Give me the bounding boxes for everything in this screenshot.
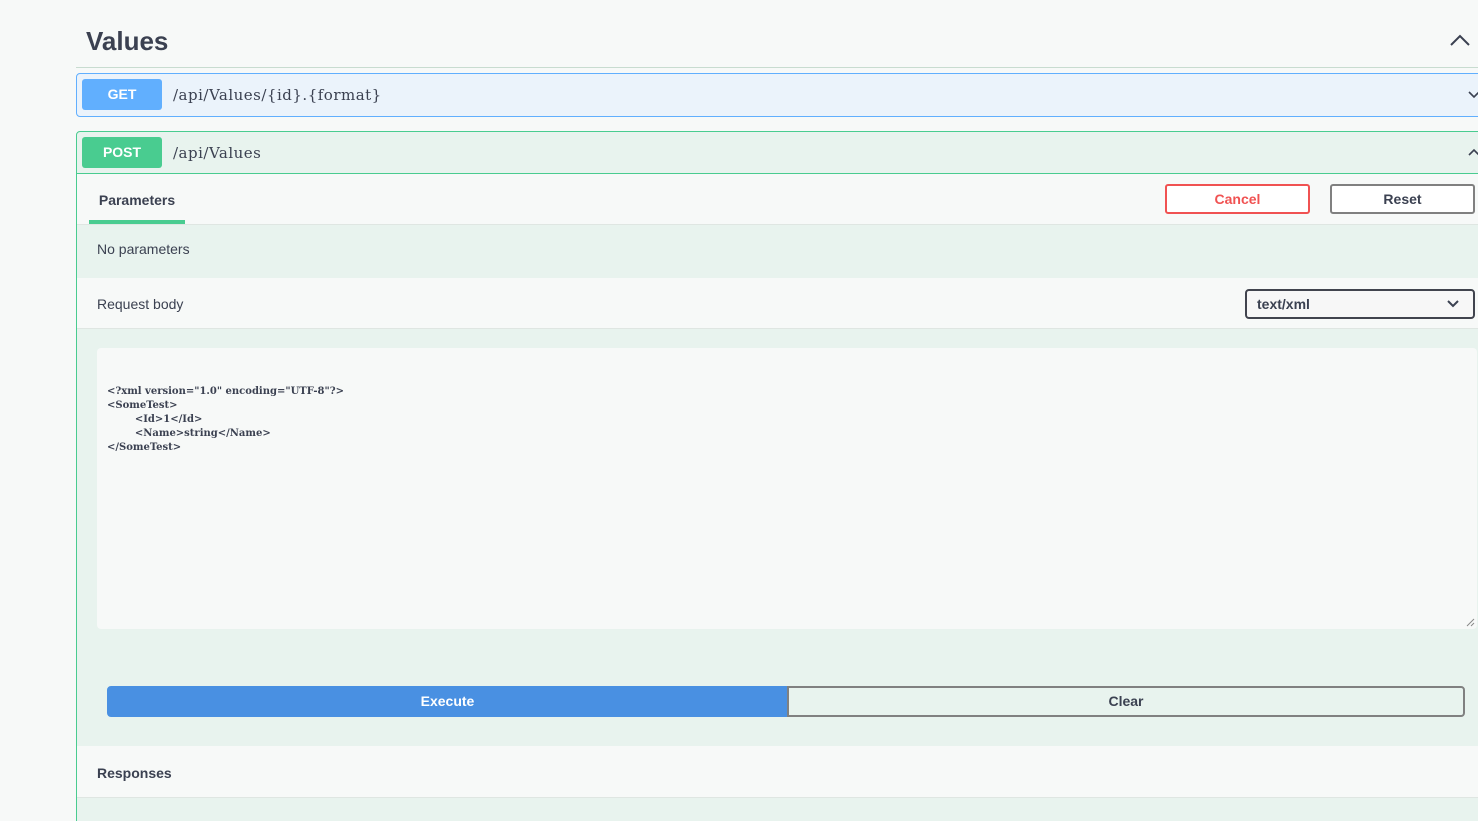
no-parameters-text: No parameters [97, 241, 190, 257]
method-badge-get: GET [82, 79, 162, 110]
reset-button[interactable]: Reset [1330, 184, 1475, 214]
section-header[interactable]: Values [76, 0, 1478, 68]
chevron-up-icon[interactable] [1467, 145, 1478, 159]
request-body-label: Request body [97, 296, 184, 312]
tab-parameters[interactable]: Parameters [89, 174, 185, 224]
resize-handle-icon[interactable] [1466, 618, 1475, 627]
request-body-text: <?xml version="1.0" encoding="UTF-8"?> <… [107, 386, 344, 453]
section-title: Values [86, 26, 169, 56]
operation-get: GET /api/Values/{id}.{format} [76, 73, 1478, 117]
operation-summary-post[interactable]: POST /api/Values [77, 132, 1478, 174]
responses-label: Responses [97, 765, 172, 781]
method-badge-post: POST [82, 137, 162, 168]
chevron-down-icon[interactable] [1467, 87, 1478, 101]
chevron-down-icon [1447, 300, 1459, 308]
request-body-bar: Request body text/xml [77, 278, 1478, 329]
content-type-select[interactable]: text/xml [1245, 289, 1475, 319]
execute-button[interactable]: Execute [107, 686, 788, 717]
content-type-value: text/xml [1257, 296, 1310, 312]
execute-button-group: Execute Clear [107, 686, 1465, 717]
parameters-bar: Parameters Cancel Reset [77, 174, 1478, 225]
chevron-up-icon[interactable] [1448, 30, 1472, 50]
operation-post: POST /api/Values Parameters Cancel Reset… [76, 131, 1478, 821]
clear-button[interactable]: Clear [787, 686, 1465, 717]
cancel-button[interactable]: Cancel [1165, 184, 1310, 214]
request-body-editor[interactable]: <?xml version="1.0" encoding="UTF-8"?> <… [97, 348, 1477, 629]
operation-summary-get[interactable]: GET /api/Values/{id}.{format} [77, 74, 1478, 116]
responses-bar: Responses [77, 746, 1478, 798]
operation-path-get: /api/Values/{id}.{format} [173, 86, 382, 104]
operation-path-post: /api/Values [173, 144, 262, 162]
